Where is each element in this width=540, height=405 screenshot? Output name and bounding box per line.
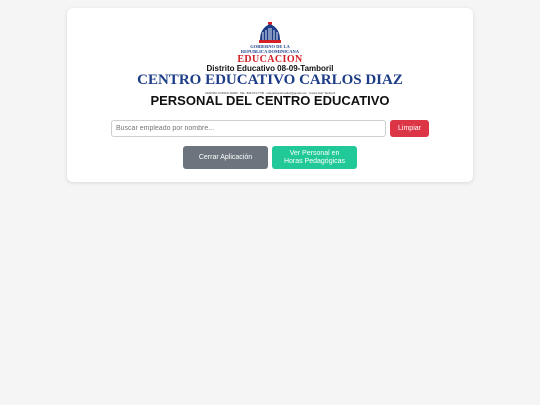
- search-input[interactable]: [111, 120, 386, 137]
- view-button-line-1: Ver Personal en: [289, 149, 340, 157]
- coat-of-arms-icon: [259, 22, 281, 43]
- main-card: GOBIERNO DE LA REPUBLICA DOMINICANA EDUC…: [67, 8, 473, 182]
- school-name: CENTRO EDUCATIVO CARLOS DIAZ: [137, 72, 403, 88]
- close-app-button[interactable]: Cerrar Aplicación: [183, 146, 268, 169]
- page-title: PERSONAL DEL CENTRO EDUCATIVO: [150, 93, 390, 108]
- institution-logo: GOBIERNO DE LA REPUBLICA DOMINICANA EDUC…: [67, 20, 473, 100]
- clear-button[interactable]: Limpiar: [390, 120, 429, 137]
- view-pedagogical-hours-button[interactable]: Ver Personal en Horas Pedagógicas: [272, 146, 357, 169]
- view-button-line-2: Horas Pedagógicas: [283, 157, 346, 165]
